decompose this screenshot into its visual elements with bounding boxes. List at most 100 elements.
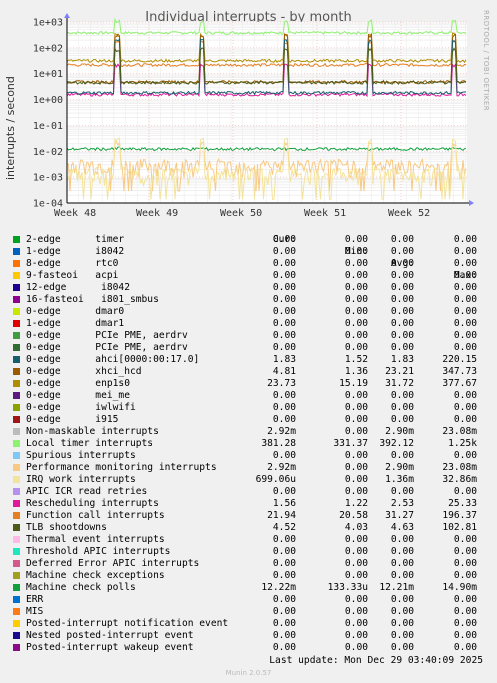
legend-swatch [13,452,20,459]
legend-swatch [13,308,20,315]
legend-swatch [13,332,20,339]
munin-version: Munin 2.0.57 [225,669,272,677]
legend-cur: 1.83 [272,354,296,365]
legend-avg: 0.00 [390,330,414,341]
legend-avg: 31.27 [385,510,414,521]
legend-name: ERR [26,594,44,605]
x-tick-label: Week 50 [220,208,262,219]
legend-max: 23.08m [442,462,477,473]
legend-cur: 0.00 [272,642,296,653]
legend-avg: 0.00 [390,234,414,245]
legend-row: 0-edge dmar0 0.00 0.00 0.00 0.00 [12,306,482,318]
legend-swatch [13,296,20,303]
legend-table: Cur: Min: Avg: Max: 2-edge timer 0.00 0.00… [12,222,482,654]
legend-swatch [13,248,20,255]
legend-name: Function call interrupts [26,510,165,521]
legend-row: Deferred Error APIC interrupts 0.00 0.00 0.… [12,558,482,570]
legend-name: MIS [26,606,44,617]
legend-row: 2-edge timer 0.00 0.00 0.00 0.00 [12,234,482,246]
legend-row: IRQ work interrupts 699.06u 0.00 1.36m 32.86… [12,474,482,486]
legend-cur: 0.00 [272,294,296,305]
legend-name: Posted-interrupt notification event [26,618,229,629]
legend-name: 16-fasteoi i801_smbus [26,294,159,305]
legend-swatch [13,644,20,651]
legend-row: 8-edge rtc0 0.00 0.00 0.00 0.00 [12,258,482,270]
legend-swatch [13,236,20,243]
y-tick-label: 1e+03 [33,18,63,29]
legend-swatch [13,536,20,543]
legend-name: TLB shootdowns [26,522,107,533]
legend-max: 0.00 [453,402,477,413]
legend-cur: 0.00 [272,534,296,545]
legend-max: 0.00 [453,390,477,401]
legend-name: 0-edge ahci[0000:00:17.0] [26,354,200,365]
legend-swatch [13,512,20,519]
legend-swatch [13,548,20,555]
legend-swatch [13,320,20,327]
legend-max: 14.90m [442,582,477,593]
legend-row: 0-edge mei_me 0.00 0.00 0.00 0.00 [12,390,482,402]
legend-avg: 0.00 [390,306,414,317]
legend-name: Nested posted-interrupt event [26,630,194,641]
legend-name: 8-edge rtc0 [26,258,119,269]
legend-avg: 12.21m [379,582,414,593]
legend-max: 0.00 [453,450,477,461]
legend-avg: 0.00 [390,534,414,545]
legend-cur: 0.00 [272,330,296,341]
legend-cur: 0.00 [272,450,296,461]
legend-max: 0.00 [453,294,477,305]
legend-row: 0-edge iwlwifi 0.00 0.00 0.00 0.00 [12,402,482,414]
legend-cur: 0.00 [272,282,296,293]
y-axis-arrow [64,13,70,18]
legend-max: 32.86m [442,474,477,485]
legend-swatch [13,284,20,291]
legend-avg: 0.00 [390,642,414,653]
last-update: Last update: Mon Dec 29 03:40:09 2025 [269,655,483,666]
legend-name: Non-maskable interrupts [26,426,159,437]
legend-avg: 1.83 [390,354,414,365]
legend-avg: 0.00 [390,606,414,617]
legend-cur: 699.06u [255,474,296,485]
legend-row: APIC ICR read retries 0.00 0.00 0.00 0.00 [12,486,482,498]
legend-cur: 0.00 [272,558,296,569]
legend-row: Nested posted-interrupt event 0.00 0.00 0.0… [12,630,482,642]
legend-row: 0-edge ahci[0000:00:17.0] 1.83 1.52 1.83 220… [12,354,482,366]
legend-cur: 23.73 [267,378,296,389]
y-tick-labels: 1e+031e+021e+011e+001e-011e-021e-031e-04 [33,18,63,210]
legend-row: Threshold APIC interrupts 0.00 0.00 0.00 0.0… [12,546,482,558]
legend-max: 0.00 [453,330,477,341]
legend-max: 347.73 [442,366,477,377]
legend-name: Thermal event interrupts [26,534,165,545]
legend-row: Performance monitoring interrupts 2.92m 0.… [12,462,482,474]
legend-avg: 0.00 [390,558,414,569]
legend-cur: 0.00 [272,570,296,581]
legend-row: Posted-interrupt notification event 0.00 0… [12,618,482,630]
legend-cur: 0.00 [272,414,296,425]
legend-cur: 0.00 [272,306,296,317]
legend-avg: 0.00 [390,546,414,557]
legend-name: APIC ICR read retries [26,486,148,497]
legend-swatch [13,572,20,579]
legend-swatch [13,356,20,363]
legend-name: 0-edge mei_me [26,390,130,401]
legend-avg: 0.00 [390,570,414,581]
legend-avg: 0.00 [390,402,414,413]
legend-cur: 0.00 [272,258,296,269]
x-tick-label: Week 49 [136,208,178,219]
legend-cur: 0.00 [272,390,296,401]
legend-avg: 0.00 [390,594,414,605]
legend-max: 0.00 [453,246,477,257]
legend-avg: 0.00 [390,282,414,293]
legend-avg: 31.72 [385,378,414,389]
legend-cur: 2.92m [267,426,296,437]
legend-avg: 0.00 [390,258,414,269]
legend-avg: 1.36m [385,474,414,485]
legend-cur: 4.81 [272,366,296,377]
legend-row: 0-edge i915 0.00 0.00 0.00 0.00 [12,414,482,426]
legend-avg: 0.00 [390,618,414,629]
legend-row: 12-edge i8042 0.00 0.00 0.00 0.00 [12,282,482,294]
legend-cur: 0.00 [272,234,296,245]
legend-row: TLB shootdowns 4.52 4.03 4.63 102.81 [12,522,482,534]
legend-max: 0.00 [453,570,477,581]
legend-swatch [13,428,20,435]
